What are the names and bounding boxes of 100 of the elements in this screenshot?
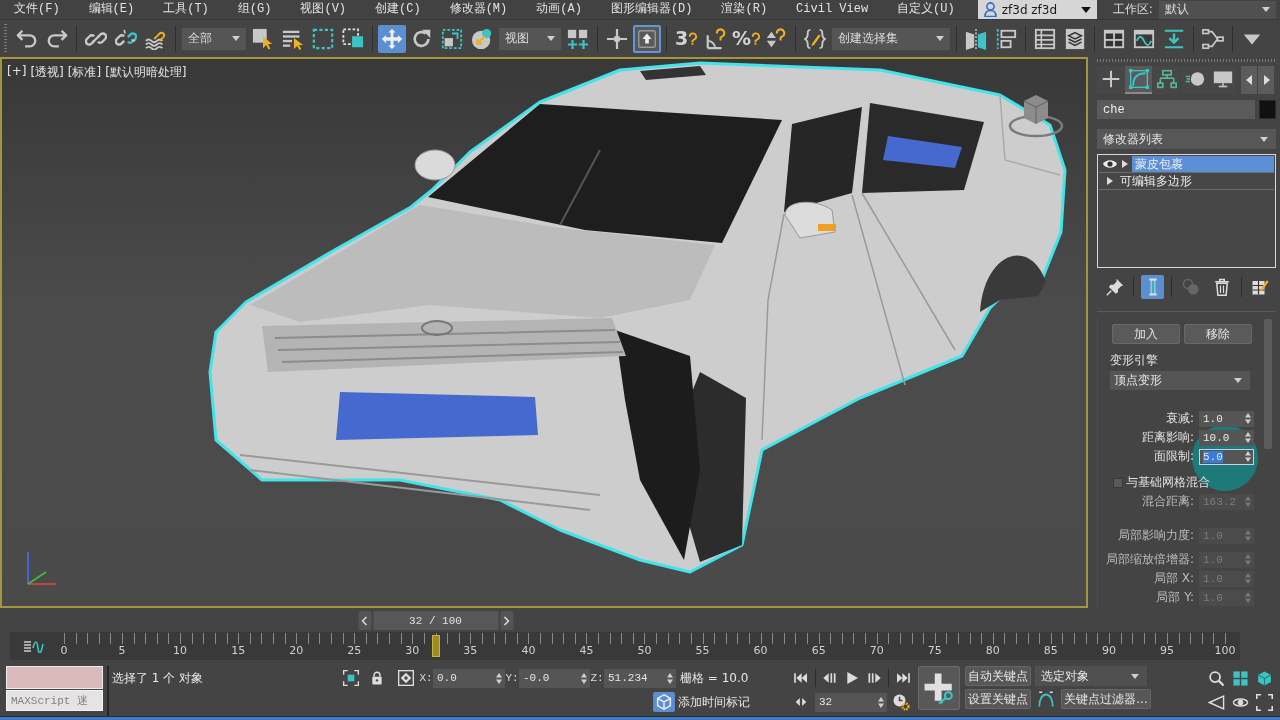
coordinate-field[interactable]: -0.0 bbox=[519, 668, 590, 688]
frame-number: 100 bbox=[1214, 644, 1236, 657]
step-back-icon bbox=[822, 670, 838, 686]
menu-item[interactable]: 渲染(R) bbox=[715, 1, 774, 18]
move-button[interactable] bbox=[378, 24, 406, 53]
skip-end-icon bbox=[895, 670, 911, 686]
isolate-selection-button[interactable] bbox=[340, 667, 362, 689]
checkbox[interactable] bbox=[1113, 477, 1123, 488]
time-slider-thumb[interactable]: 32 / 100 bbox=[373, 611, 498, 630]
script-input-field[interactable] bbox=[6, 666, 103, 689]
menu-item[interactable]: 文件(F) bbox=[8, 1, 66, 18]
frame-number: 40 bbox=[521, 644, 536, 657]
menu-item[interactable]: 动画(A) bbox=[530, 1, 588, 18]
toolbar-dropdown[interactable]: 视图 bbox=[499, 27, 561, 50]
add-time-tag-button[interactable]: 添加时间标记 bbox=[653, 692, 750, 712]
menu-item[interactable]: 组(G) bbox=[231, 1, 278, 18]
spinner-arrows-icon bbox=[667, 672, 673, 684]
slider-left-button[interactable] bbox=[358, 611, 371, 630]
frame-number: 5 bbox=[118, 644, 126, 657]
menu-item[interactable]: 工具(T) bbox=[157, 1, 215, 18]
slider-right-button[interactable] bbox=[500, 611, 513, 630]
expand-triangle-icon[interactable] bbox=[1122, 160, 1128, 168]
eye-icon[interactable] bbox=[1102, 159, 1118, 169]
workspace-dropdown[interactable]: 默认 bbox=[1158, 0, 1276, 19]
maximize-button[interactable] bbox=[1253, 691, 1275, 713]
coordinate-field[interactable]: 0.0 bbox=[433, 668, 505, 688]
snap-toggle-button[interactable]: 3 bbox=[672, 24, 700, 53]
viewport-menu-label[interactable]: [+] bbox=[7, 64, 27, 81]
toolbar-dropdown[interactable]: 创建选择集 bbox=[832, 27, 950, 50]
selection-set-dropdown[interactable]: 选定对象 bbox=[1035, 666, 1147, 686]
auto-key-button[interactable]: 自动关键点 bbox=[965, 666, 1031, 686]
grid-squares-icon bbox=[1231, 669, 1249, 687]
current-frame-field[interactable]: 32 bbox=[815, 692, 887, 712]
expand-triangle-icon[interactable] bbox=[1107, 177, 1113, 185]
bracket-square-icon bbox=[343, 670, 359, 686]
rollout-button[interactable]: 移除 bbox=[1184, 324, 1252, 344]
spinner-field[interactable]: 10.0 bbox=[1199, 429, 1254, 446]
tab-scroll-right-button[interactable] bbox=[1258, 66, 1274, 94]
cube-icon bbox=[1255, 669, 1273, 687]
triangle-icon bbox=[1207, 693, 1225, 711]
toolbar-dropdown[interactable]: 全部 bbox=[182, 27, 246, 50]
user-account-dropdown[interactable]: zf3d zf3d bbox=[977, 0, 1097, 19]
modifier-list-dropdown[interactable]: 修改器列表 bbox=[1097, 129, 1276, 149]
viewport-menu-label[interactable]: [透视] bbox=[30, 64, 64, 81]
set-keys-button[interactable] bbox=[918, 666, 960, 710]
coordinate-field[interactable]: 51.234 bbox=[604, 668, 676, 688]
shortcut-override-button[interactable] bbox=[633, 24, 661, 53]
caret-down-icon bbox=[936, 36, 944, 41]
status-prompt: 选择了 1 个 对象 bbox=[112, 669, 205, 687]
stack-item-label[interactable]: 可编辑多边形 bbox=[1117, 173, 1274, 189]
lines-wave-icon[interactable] bbox=[24, 639, 44, 653]
spinner-arrows-icon bbox=[1245, 432, 1251, 443]
spinner-label: 局部缩放倍增器: bbox=[1104, 551, 1195, 568]
show-end-result-button[interactable] bbox=[1141, 275, 1165, 299]
spinner-field[interactable]: 1.0 bbox=[1199, 410, 1254, 427]
rollout-button[interactable]: 加入 bbox=[1112, 324, 1180, 344]
diamond-square-icon bbox=[398, 670, 414, 686]
menu-item[interactable]: Civil View bbox=[790, 1, 875, 18]
frame-number: 10 bbox=[173, 644, 188, 657]
checkbox-label[interactable]: 与基础网格混合 bbox=[1126, 474, 1210, 491]
spinner-label: 面限制: bbox=[1152, 448, 1195, 465]
menu-item[interactable]: 修改器(M) bbox=[443, 1, 514, 18]
hierarchy-icon bbox=[1156, 69, 1177, 89]
double-triangle-icon bbox=[794, 695, 808, 709]
spinner-arrows-icon bbox=[1245, 592, 1251, 603]
script-output-field[interactable]: MAXScript 迷 bbox=[6, 690, 103, 711]
menu-item[interactable]: 视图(V) bbox=[294, 1, 353, 18]
frame-number: 35 bbox=[463, 644, 478, 657]
color-swatch-icon[interactable] bbox=[1259, 100, 1276, 119]
set-key-button[interactable]: 设置关键点 bbox=[965, 689, 1031, 709]
viewport-menu-label[interactable]: [标准] bbox=[67, 64, 102, 81]
hook-icon bbox=[688, 32, 698, 45]
viewport-menu-label[interactable]: [默认明暗处理] bbox=[105, 64, 187, 81]
frame-number: 0 bbox=[60, 644, 68, 657]
frame-number: 25 bbox=[347, 644, 362, 657]
transform-mode-button[interactable] bbox=[395, 667, 417, 689]
scrollbar-thumb[interactable] bbox=[1264, 319, 1272, 449]
viewport[interactable]: [+] [透视] [标准] [默认明暗处理] bbox=[0, 57, 1088, 608]
menu-item[interactable]: 自定义(U) bbox=[891, 1, 961, 18]
grid-pencil-icon bbox=[1251, 278, 1270, 296]
object-name-field[interactable]: che bbox=[1097, 100, 1255, 119]
timeline-track[interactable]: 0 5 10 15 20 25 30 35 40 45 50 55 60 65 70 75 80 85 90 95 100 bbox=[10, 632, 1240, 660]
menu-item[interactable]: 创建(C) bbox=[369, 1, 427, 18]
command-panel-tab[interactable] bbox=[1125, 66, 1152, 94]
redo-icon bbox=[46, 27, 68, 50]
engine-dropdown[interactable]: 顶点变形 bbox=[1110, 371, 1250, 390]
spinner-label: 距离影响: bbox=[1140, 429, 1195, 446]
menu-item[interactable]: 编辑(E) bbox=[82, 1, 141, 18]
braces-pencil-icon bbox=[804, 27, 826, 50]
plus-icon bbox=[1100, 69, 1121, 89]
percent-snap-button[interactable]: % bbox=[732, 24, 760, 53]
spinner-arrows-icon bbox=[1245, 451, 1251, 462]
tab-scroll-left-button[interactable] bbox=[1241, 66, 1257, 94]
view-cube-icon[interactable] bbox=[1008, 93, 1064, 139]
step-forward-icon bbox=[866, 670, 882, 686]
crosshair-icon bbox=[606, 27, 628, 50]
current-frame-marker[interactable] bbox=[431, 635, 440, 657]
key-filters-button[interactable]: 关键点过滤器... bbox=[1061, 689, 1151, 709]
spinner-label: 混合距离: bbox=[1140, 493, 1195, 510]
menu-item[interactable]: 图形编辑器(D) bbox=[604, 1, 699, 18]
